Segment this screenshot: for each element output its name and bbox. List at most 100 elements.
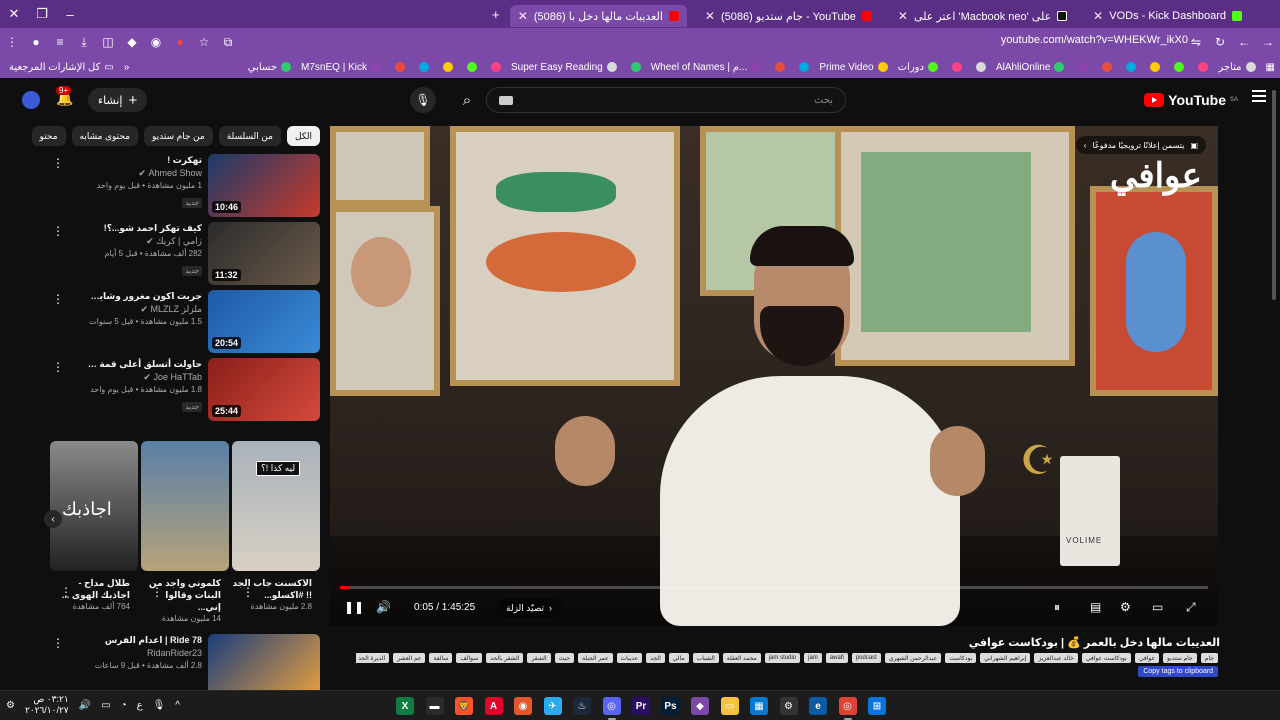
video-tag[interactable]: عديبات [616,653,643,663]
create-button[interactable]: إنشاء + [88,88,148,112]
bookmarks-overflow-icon[interactable]: » [119,62,135,73]
more-options-icon[interactable]: ⋮ [52,156,64,170]
more-options-icon[interactable]: ⋮ [52,224,64,238]
progress-bar[interactable] [340,586,1208,589]
subtitles-icon[interactable]: ▤ [1090,600,1101,614]
close-tab-icon[interactable]: ✕ [518,9,528,23]
list-item[interactable]: Ride 78 | اعدام الفرس RidanRider23 2.8 أ… [50,634,320,698]
extension-icon[interactable]: ● [24,28,48,56]
video-tag[interactable]: الشباب [692,653,719,663]
premiere-icon[interactable]: Pr [632,697,650,715]
menu-dots-icon[interactable]: ⋮ [0,28,24,56]
video-tag[interactable]: محمد العقلة [722,653,761,663]
volume-icon[interactable]: 🔊 [79,700,91,711]
filter-chip[interactable]: محتوى مشابه [71,126,139,146]
video-thumbnail[interactable]: 25:44 [208,358,320,421]
channel-name[interactable]: ملزلز MLZLZ ✔ [82,302,202,316]
video-tag[interactable]: عم العشر [393,653,426,663]
hamburger-menu-icon[interactable] [1252,90,1266,102]
video-tag[interactable]: سوالف [456,653,483,663]
search-icon[interactable]: ⌕ [452,87,482,113]
avatar[interactable] [22,91,40,109]
minimize-window-icon[interactable]: – [56,0,84,28]
short-thumbnail[interactable] [141,441,229,571]
video-tag[interactable]: بودكاست عوافي [1081,653,1131,663]
bookmark-item[interactable] [1189,62,1213,72]
battery-icon[interactable]: ▭ [101,700,110,711]
video-tag[interactable]: جام [1200,653,1218,663]
terminal-icon[interactable]: ▬ [425,697,444,715]
chapter-button[interactable]: تصيّد الزلة › [496,598,563,618]
filter-chip[interactable]: من السلسلة [218,126,281,146]
language-indicator[interactable]: ع [137,700,143,711]
pause-icon[interactable]: ❚❚ [344,600,364,614]
short-thumbnail[interactable]: ليه كذا !؟ [232,441,320,571]
video-tag[interactable]: بودكاست [945,653,977,663]
edge-icon[interactable]: e [809,697,827,715]
reload-icon[interactable]: ↻ [1208,28,1232,56]
search-input[interactable]: بحث [486,87,846,113]
video-tag[interactable]: الجد [646,653,665,663]
steam-icon[interactable]: ♨ [573,697,591,715]
clock[interactable]: ٠٣:٢١ ص ٢٠٢٦/١٠/٢٧ [25,694,69,716]
tab-active[interactable]: ✕ (5086) العديبات مالها دخل با [509,5,687,27]
video-title[interactable]: تهكرت ! [82,154,202,166]
close-tab-icon[interactable]: ✕ [1093,9,1103,23]
page-scrollbar[interactable] [1270,80,1278,690]
close-window-icon[interactable]: ✕ [0,0,28,28]
list-item[interactable]: 25:44 حاولت أتسلق أعلى قمة في العالم... … [50,358,320,422]
channel-name[interactable]: Ahmed Show ✔ [82,166,202,180]
video-tag[interactable]: جام ستديو [1163,653,1197,663]
bookmark-item[interactable] [766,62,790,72]
tab-kick[interactable]: ✕ VODs - Kick Dashboard [1085,5,1250,27]
video-tag[interactable]: خالد عبدالعزيز [1034,653,1078,663]
brave-icon[interactable]: 🦁 [455,697,473,715]
microphone-icon[interactable]: 🎙 [153,700,166,711]
bookmark-item[interactable] [943,62,967,72]
video-tag[interactable]: سالفة [429,653,453,663]
close-tab-icon[interactable]: ✕ [898,9,908,23]
download-icon[interactable]: ⤓ [72,28,96,56]
excel-icon[interactable]: X [396,697,414,715]
fullscreen-icon[interactable]: ⤢ [1186,600,1196,615]
bookmark-item[interactable] [434,62,458,72]
video-title[interactable]: كيف تهكر احمد شو...؟! [82,222,202,234]
copy-tags-button[interactable]: Copy tags to clipboard [1138,666,1218,677]
video-tag[interactable]: عوافي [1134,653,1160,663]
video-thumbnail[interactable] [208,634,320,697]
paid-promotion-notice[interactable]: ▣ يتسمن إعلانًا ترويجيًا مدفوعًا › [1075,136,1206,154]
more-options-icon[interactable]: ⋮ [60,585,72,599]
back-icon[interactable]: → [1256,28,1280,56]
extension-icon[interactable]: ◉ [144,28,168,56]
bookmark-item[interactable]: Prime Video [814,62,892,73]
video-tag[interactable]: الديرة الحد [356,653,390,663]
volume-icon[interactable]: 🔊 [376,600,391,614]
tab-macbook[interactable]: ✕ اعتر على 'Macbook neo' على [890,5,1075,27]
app-icon[interactable]: ◆ [691,697,709,715]
bookmark-item[interactable]: Super Easy Reading [506,62,622,73]
channel-name[interactable]: زامي | كريك ✔ [82,234,202,248]
bookmark-item[interactable] [458,62,482,72]
video-thumbnail[interactable]: 11:32 [208,222,320,285]
video-tag[interactable]: jam studio [764,653,801,663]
settings-gear-icon[interactable]: ⚙ [1120,600,1131,614]
list-item[interactable]: 20:54 جربت اكون مغرور وشايف نفسي !! ملزل… [50,290,320,354]
video-tag[interactable]: حيث [554,653,575,663]
bookmark-item[interactable]: Wheel of Names | م... [646,62,767,73]
video-tag[interactable]: awafi [825,653,848,663]
channel-name[interactable]: RidanRider23 [82,646,202,660]
autoplay-toggle-icon[interactable]: ⏸ [1054,600,1060,615]
youtube-logo[interactable]: YouTube SA [1144,92,1238,108]
site-settings-icon[interactable]: ⇋ [1184,28,1208,56]
bookmarks-grid-icon[interactable]: ▦ [1261,62,1280,73]
telegram-icon[interactable]: ✈ [543,697,562,715]
filter-icon[interactable]: ≡ [48,28,72,56]
tab-jam-studio[interactable]: ✕ (5086) جام ستديو - YouTube [697,5,880,27]
more-options-icon[interactable]: ⋮ [52,360,64,374]
new-tab-button[interactable]: + [482,0,510,28]
bookmark-item[interactable]: حسابي [243,62,296,73]
notifications-bell-icon[interactable]: 🔔 9+ [56,86,76,110]
photoshop-icon[interactable]: Ps [661,697,680,715]
video-thumbnail[interactable]: 20:54 [208,290,320,353]
app-icon[interactable]: ◉ [514,697,532,715]
